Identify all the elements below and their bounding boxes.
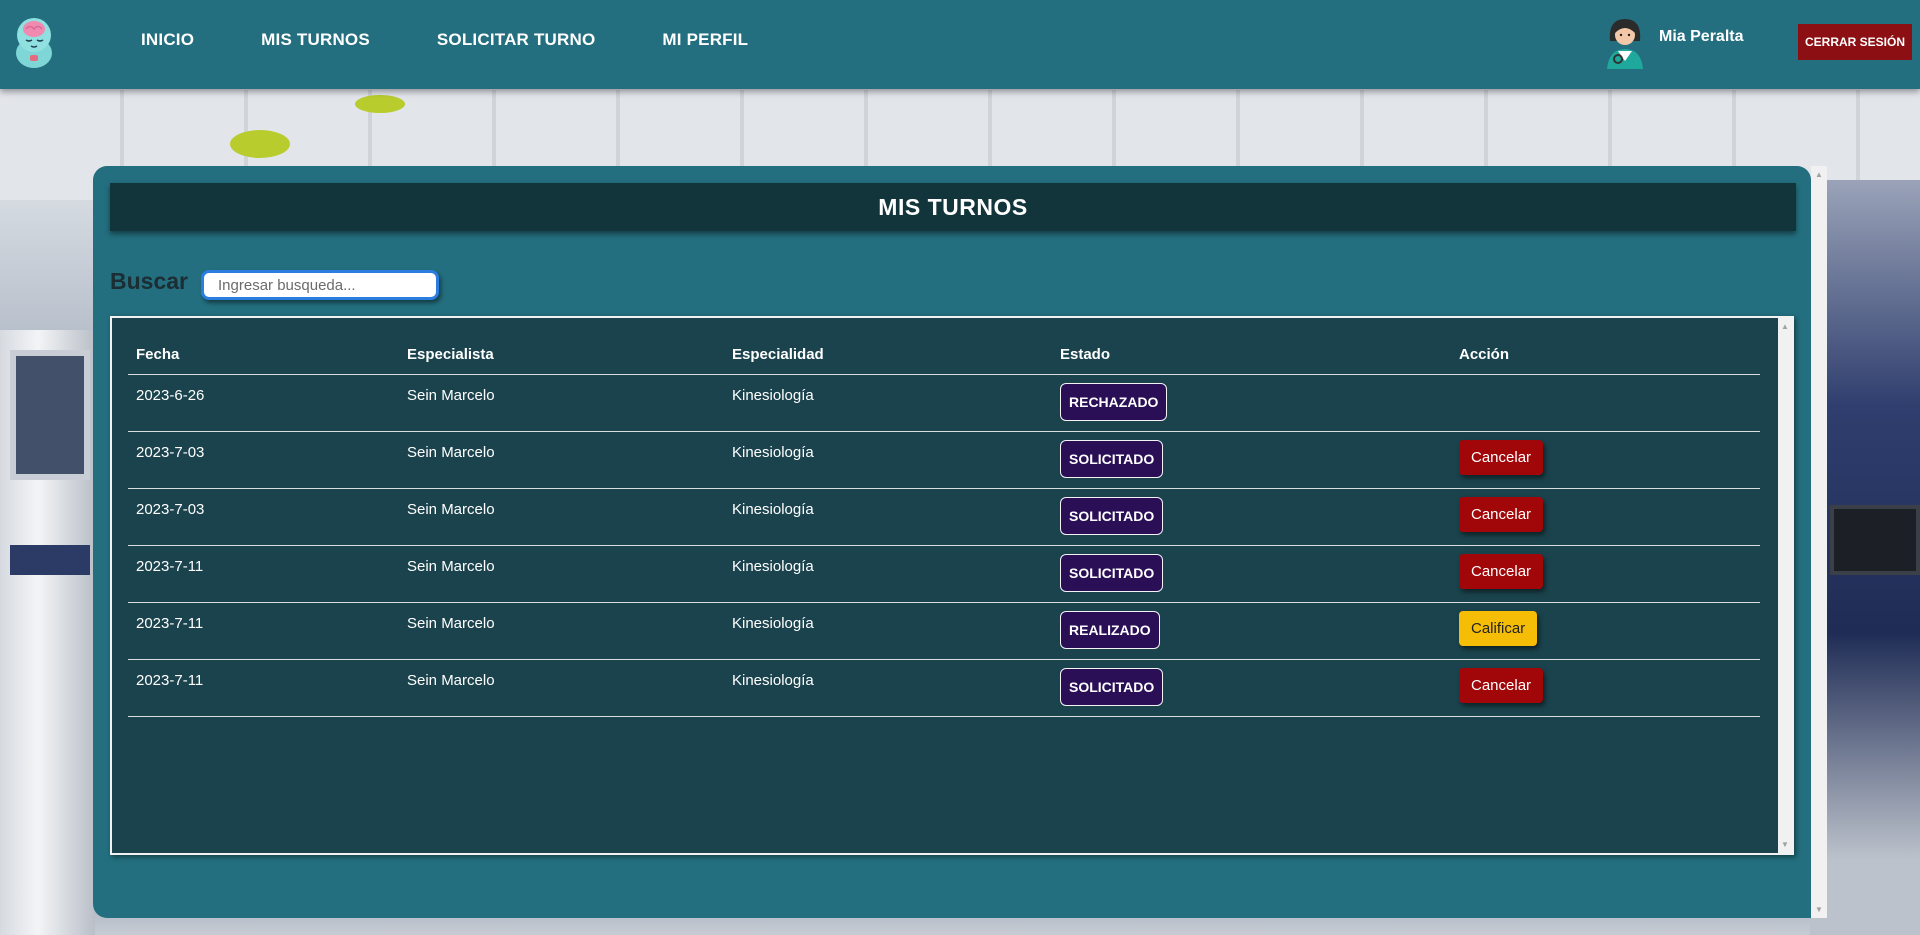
cell-especialidad: Kinesiología (724, 602, 1052, 660)
user-name: Mia Peralta (1659, 28, 1744, 45)
scroll-down-icon[interactable]: ▼ (1781, 840, 1789, 849)
column-header-accion[interactable]: Acción (1451, 334, 1760, 375)
table-row: 2023-7-11 Sein Marcelo Kinesiología REAL… (128, 602, 1760, 660)
cancel-button[interactable]: Cancelar (1459, 553, 1544, 589)
background-lamp (230, 130, 290, 158)
scroll-up-icon[interactable]: ▲ (1815, 170, 1823, 179)
background-monitor (10, 350, 90, 480)
cell-especialista: Sein Marcelo (399, 431, 724, 489)
brain-mascot-icon[interactable] (10, 15, 58, 69)
status-badge: SOLICITADO (1060, 553, 1164, 592)
scroll-up-icon[interactable]: ▲ (1781, 322, 1789, 331)
status-badge: RECHAZADO (1060, 382, 1168, 421)
table-row: 2023-7-11 Sein Marcelo Kinesiología SOLI… (128, 659, 1760, 717)
appointments-table-container: Fecha Especialista Especialidad Estado A… (110, 316, 1794, 855)
status-badge: SOLICITADO (1060, 439, 1164, 478)
cell-estado: SOLICITADO (1052, 659, 1451, 717)
cancel-button[interactable]: Cancelar (1459, 439, 1544, 475)
column-header-estado[interactable]: Estado (1052, 334, 1451, 375)
cell-fecha: 2023-7-11 (128, 659, 399, 717)
cell-especialidad: Kinesiología (724, 374, 1052, 432)
status-badge: SOLICITADO (1060, 667, 1164, 706)
scroll-down-icon[interactable]: ▼ (1815, 905, 1823, 914)
search-input[interactable] (201, 270, 439, 300)
cell-especialidad: Kinesiología (724, 659, 1052, 717)
cell-especialista: Sein Marcelo (399, 545, 724, 603)
cell-fecha: 2023-7-11 (128, 545, 399, 603)
search-label: Buscar (110, 268, 188, 294)
table-row: 2023-7-03 Sein Marcelo Kinesiología SOLI… (128, 431, 1760, 489)
cell-estado: SOLICITADO (1052, 431, 1451, 489)
background-label (10, 545, 90, 575)
table-row: 2023-6-26 Sein Marcelo Kinesiología RECH… (128, 374, 1760, 432)
cell-accion: Cancelar (1451, 488, 1760, 546)
nav-link-inicio[interactable]: INICIO (141, 30, 194, 50)
cell-especialista: Sein Marcelo (399, 488, 724, 546)
cancel-button[interactable]: Cancelar (1459, 496, 1544, 532)
navbar: INICIO MIS TURNOS SOLICITAR TURNO MI PER… (0, 0, 1920, 89)
cell-fecha: 2023-7-03 (128, 488, 399, 546)
background-lamp (355, 95, 405, 113)
nav-link-solicitar-turno[interactable]: SOLICITAR TURNO (437, 30, 596, 50)
cell-especialidad: Kinesiología (724, 488, 1052, 546)
cell-accion: Calificar (1451, 602, 1760, 660)
doctor-woman-avatar-icon (1604, 15, 1646, 69)
cancel-button[interactable]: Cancelar (1459, 667, 1544, 703)
page-title: MIS TURNOS (878, 193, 1028, 220)
cell-estado: RECHAZADO (1052, 374, 1451, 432)
appointments-table: Fecha Especialista Especialidad Estado A… (128, 334, 1760, 717)
status-badge: SOLICITADO (1060, 496, 1164, 535)
cell-especialidad: Kinesiología (724, 545, 1052, 603)
cell-especialidad: Kinesiología (724, 431, 1052, 489)
cell-accion: Cancelar (1451, 431, 1760, 489)
cell-especialista: Sein Marcelo (399, 374, 724, 432)
title-bar: MIS TURNOS (110, 183, 1796, 231)
cell-accion: Cancelar (1451, 659, 1760, 717)
logout-button[interactable]: CERRAR SESIÓN (1798, 24, 1912, 60)
nav-link-mi-perfil[interactable]: MI PERFIL (662, 30, 748, 50)
table-row: 2023-7-03 Sein Marcelo Kinesiología SOLI… (128, 488, 1760, 546)
status-badge: REALIZADO (1060, 610, 1160, 649)
table-header-row: Fecha Especialista Especialidad Estado A… (128, 334, 1760, 375)
cell-estado: REALIZADO (1052, 602, 1451, 660)
column-header-especialista[interactable]: Especialista (399, 334, 724, 375)
cell-fecha: 2023-7-03 (128, 431, 399, 489)
cell-especialista: Sein Marcelo (399, 659, 724, 717)
column-header-fecha[interactable]: Fecha (128, 334, 399, 375)
cell-accion (1451, 374, 1760, 432)
column-header-especialidad[interactable]: Especialidad (724, 334, 1052, 375)
rate-button[interactable]: Calificar (1459, 610, 1538, 646)
main-nav: INICIO MIS TURNOS SOLICITAR TURNO MI PER… (141, 30, 815, 50)
page-scrollbar[interactable]: ▲ ▼ (1811, 166, 1827, 918)
cell-especialista: Sein Marcelo (399, 602, 724, 660)
cell-estado: SOLICITADO (1052, 545, 1451, 603)
table-row: 2023-7-11 Sein Marcelo Kinesiología SOLI… (128, 545, 1760, 603)
cell-fecha: 2023-6-26 (128, 374, 399, 432)
cell-accion: Cancelar (1451, 545, 1760, 603)
nav-link-mis-turnos[interactable]: MIS TURNOS (261, 30, 370, 50)
table-scrollbar[interactable]: ▲ ▼ (1778, 318, 1792, 853)
cell-estado: SOLICITADO (1052, 488, 1451, 546)
background-monitor (1830, 505, 1920, 575)
cell-fecha: 2023-7-11 (128, 602, 399, 660)
